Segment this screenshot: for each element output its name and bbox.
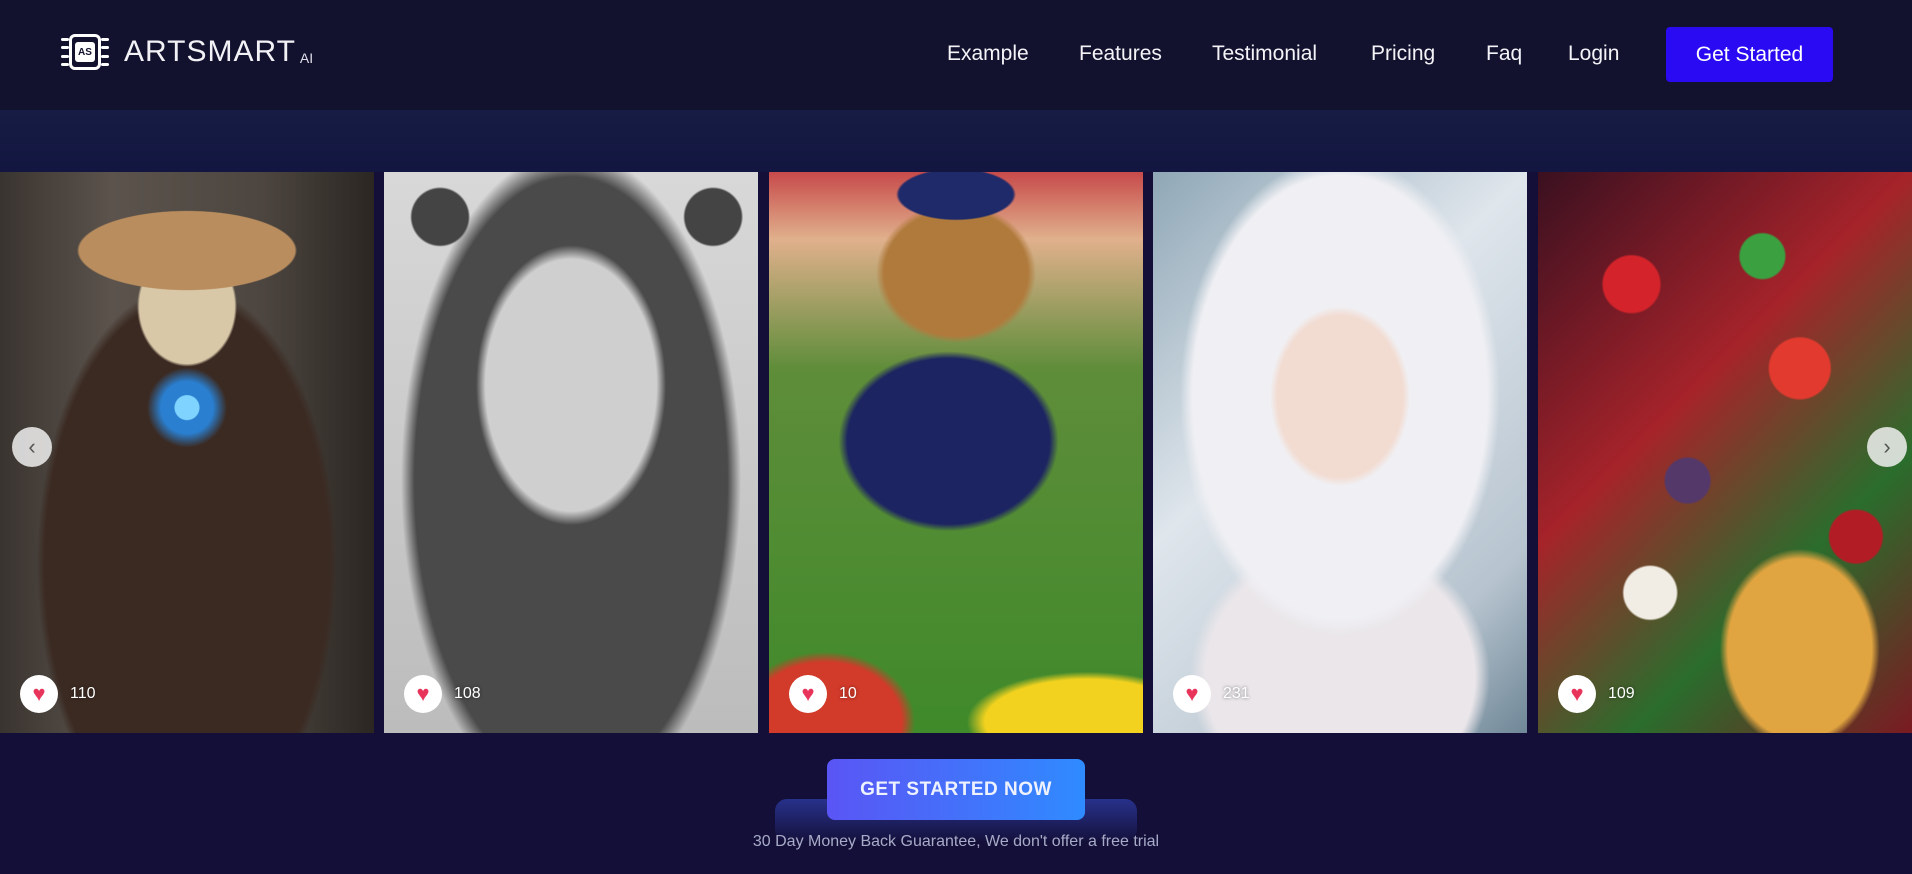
nav-faq[interactable]: Faq [1486,42,1522,66]
like-count: 10 [839,685,857,702]
like-group: ♥ 110 [20,675,96,713]
like-group: ♥ 10 [789,675,857,713]
header-divider-band [0,110,1912,172]
heart-icon[interactable]: ♥ [20,675,58,713]
artwork-image [0,172,374,733]
heart-icon[interactable]: ♥ [789,675,827,713]
carousel-prev-button[interactable]: ‹ [12,427,52,467]
like-count: 108 [454,685,481,702]
nav-login[interactable]: Login [1568,42,1619,66]
artwork-image [1153,172,1527,733]
like-group: ♥ 108 [404,675,481,713]
like-group: ♥ 109 [1558,675,1635,713]
get-started-now-button[interactable]: GET STARTED NOW [827,759,1085,820]
chevron-right-icon: › [1883,434,1891,459]
gallery-card[interactable]: ♥ 108 [384,172,758,733]
artwork-image [384,172,758,733]
nav-pricing[interactable]: Pricing [1371,42,1435,66]
artwork-image [769,172,1143,733]
like-count: 109 [1608,685,1635,702]
nav-features[interactable]: Features [1079,42,1162,66]
heart-icon[interactable]: ♥ [1558,675,1596,713]
nav-example[interactable]: Example [947,42,1029,66]
main-nav: Example Features Testimonial Pricing Faq… [0,0,1912,110]
carousel-next-button[interactable]: › [1867,427,1907,467]
like-group: ♥ 231 [1173,675,1250,713]
gallery-card[interactable]: ♥ 110 [0,172,374,733]
guarantee-note: 30 Day Money Back Guarantee, We don't of… [752,833,1160,850]
heart-icon[interactable]: ♥ [1173,675,1211,713]
chevron-left-icon: ‹ [28,434,36,459]
artwork-image [1538,172,1912,733]
like-count: 110 [70,685,96,702]
like-count: 231 [1223,685,1250,702]
art-gallery-carousel: ♥ 110 ♥ 108 ♥ 10 ♥ 231 ♥ 109 [0,172,1912,733]
gallery-card[interactable]: ♥ 10 [769,172,1143,733]
site-header: AS ARTSMART AI Example Features Testimon… [0,0,1912,110]
get-started-button[interactable]: Get Started [1666,27,1833,82]
heart-icon[interactable]: ♥ [404,675,442,713]
gallery-card[interactable]: ♥ 109 [1538,172,1912,733]
nav-testimonial[interactable]: Testimonial [1212,42,1317,66]
gallery-card[interactable]: ♥ 231 [1153,172,1527,733]
